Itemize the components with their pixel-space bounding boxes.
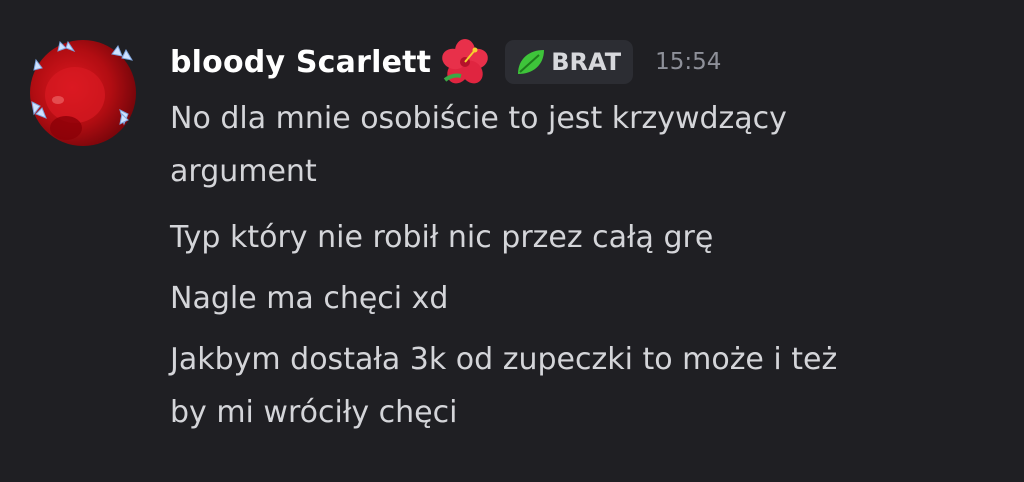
leaf-icon: [518, 50, 545, 74]
avatar-decoration-icon: [31, 40, 134, 140]
message-line: by mi wróciły chęci: [170, 395, 458, 430]
avatar[interactable]: [30, 40, 136, 146]
message-header: bloody Scarlett BRAT 15:54: [170, 36, 721, 88]
message-line: No dla mnie osobiście to jest krzywdzący: [170, 101, 787, 136]
chat-message: bloody Scarlett BRAT 15:54 No dla mnie o…: [0, 0, 1024, 482]
hibiscus-flower-icon: [442, 39, 489, 84]
timestamp: 15:54: [655, 49, 722, 75]
message-line: argument: [170, 154, 317, 189]
server-tag[interactable]: BRAT: [505, 40, 634, 84]
message-line: Typ który nie robił nic przez całą grę: [170, 220, 714, 255]
server-tag-label: BRAT: [551, 48, 622, 76]
username[interactable]: bloody Scarlett: [170, 45, 431, 80]
message-line: Jakbym dostała 3k od zupeczki to może i …: [170, 342, 838, 377]
message-line: Nagle ma chęci xd: [170, 281, 449, 316]
